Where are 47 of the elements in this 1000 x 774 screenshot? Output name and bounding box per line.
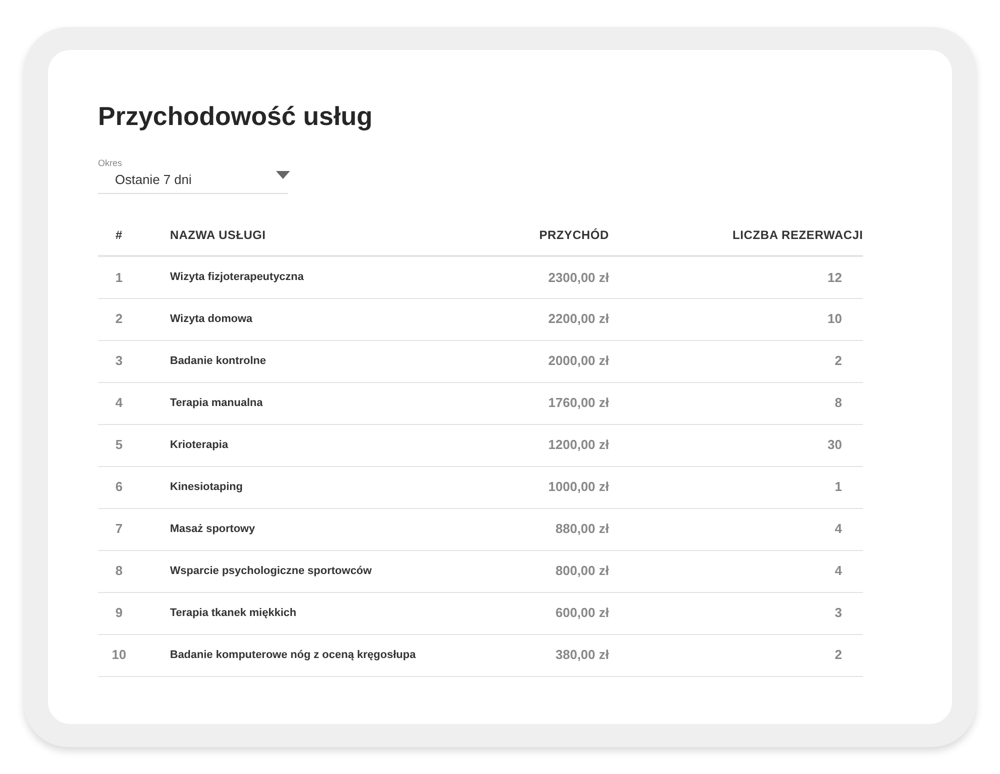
booking-count: 10 [828,311,842,326]
booking-count: 1 [834,479,842,494]
service-name: Wsparcie psychologiczne sportowców [170,564,372,577]
row-number: 4 [115,395,123,410]
row-number: 7 [115,521,123,536]
booking-count: 2 [834,647,842,662]
service-name: Wizyta fizjoterapeutyczna [170,271,304,283]
page-title: Przychodowość usług [98,100,374,132]
revenue-amount: 800,00 zł [556,563,609,578]
revenue-amount: 1000,00 zł [548,479,609,494]
revenue-amount: 2200,00 zł [548,311,609,326]
booking-count: 4 [834,563,842,578]
row-number: 2 [115,311,123,326]
service-name: Kinesiotaping [170,480,243,493]
row-number: 8 [115,563,123,578]
booking-count: 30 [828,437,842,452]
column-header: LICZBA REZERWACJI [732,228,863,242]
revenue-amount: 880,00 zł [556,521,609,536]
row-number: 9 [115,605,123,620]
service-name: Badanie kontrolne [170,354,266,367]
service-name: Badanie komputerowe nóg z oceną kręgosłupa [170,648,416,661]
revenue-amount: 380,00 zł [556,647,609,662]
booking-count: 8 [834,395,842,410]
column-header: NAZWA USŁUGI [170,228,266,242]
service-name: Wizyta domowa [170,312,252,325]
booking-count: 3 [834,605,842,620]
service-name: Terapia manualna [170,396,263,409]
caret-icon [276,171,290,179]
row-number: 3 [115,353,123,368]
service-name: Masaż sportowy [170,522,255,535]
booking-count: 2 [834,353,842,368]
column-header: # [116,228,122,242]
revenue-amount: 2300,00 zł [548,270,609,284]
revenue-amount: 2000,00 zł [548,353,609,368]
service-name: Krioterapia [170,438,228,451]
row-number: 5 [115,437,123,452]
service-name: Terapia tkanek miękkich [170,606,296,619]
booking-count: 12 [828,270,842,284]
revenue-amount: 1200,00 zł [548,437,609,452]
booking-count: 4 [834,521,842,536]
column-header: PRZYCHÓD [539,228,609,242]
revenue-amount: 600,00 zł [556,605,609,620]
row-number: 10 [112,647,126,662]
revenue-amount: 1760,00 zł [548,395,609,410]
row-number: 6 [115,479,123,494]
row-number: 1 [115,270,123,284]
period-dropdown[interactable]: Okres Ostanie 7 dni [98,158,288,194]
